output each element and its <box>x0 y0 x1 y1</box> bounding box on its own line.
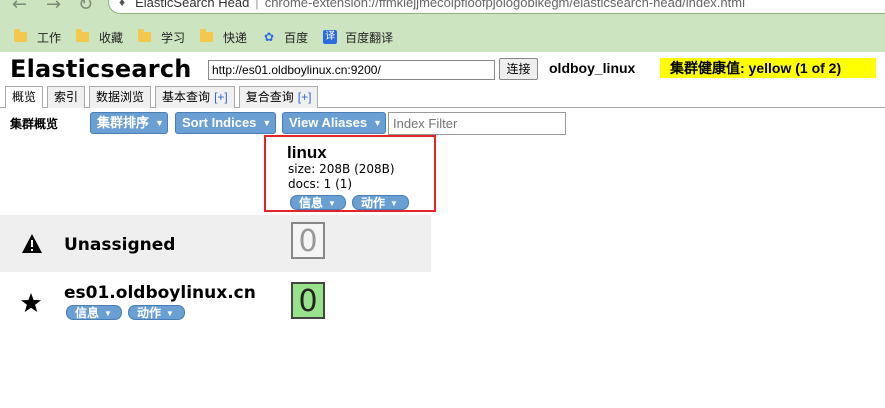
node-name: es01.oldboylinux.cn <box>64 283 256 303</box>
caret-down-icon: ▼ <box>166 309 174 319</box>
index-docs: docs: 1 (1) <box>288 177 353 191</box>
index-size: size: 208B (208B) <box>288 162 395 176</box>
tab-label: 概览 <box>12 90 37 104</box>
caret-down-icon: ▼ <box>262 118 272 129</box>
index-info-button[interactable]: 信息 ▼ <box>290 195 346 210</box>
tab-label: 索引 <box>54 90 79 104</box>
caret-down-icon: ▼ <box>328 199 336 209</box>
folder-icon <box>138 29 152 42</box>
reload-icon[interactable]: ↻ <box>78 0 93 15</box>
main-tabs: 概览 索引 数据浏览 基本查询 [+] 复合查询 [+] <box>5 86 322 108</box>
tab-basic-query[interactable]: 基本查询 [+] <box>155 86 235 108</box>
index-name: linux <box>287 143 327 162</box>
button-label: 动作 <box>137 306 162 320</box>
button-label: View Aliases <box>289 115 368 130</box>
sort-indices-button[interactable]: Sort Indices ▼ <box>175 112 276 134</box>
back-arrow-icon[interactable]: ← <box>12 0 27 15</box>
bookmark-shoucang[interactable]: 收藏 <box>76 29 123 46</box>
bookmark-label: 工作 <box>37 30 62 45</box>
button-label: 动作 <box>361 196 386 210</box>
bookmark-label: 学习 <box>161 30 186 45</box>
view-aliases-button[interactable]: View Aliases ▼ <box>282 112 386 134</box>
bookmark-kuaidi[interactable]: 快递 <box>200 29 247 46</box>
node-info-button[interactable]: 信息 ▼ <box>66 305 122 320</box>
url-text: chrome-extension://ffmkiejjmecolpfloofpj… <box>264 0 745 10</box>
extension-puzzle-icon: ♦ <box>119 0 126 9</box>
tab-add[interactable]: [+] <box>214 90 228 104</box>
url-separator: | <box>255 0 259 10</box>
tab-label: 基本查询 <box>162 90 211 104</box>
star-icon <box>21 293 41 312</box>
bookmark-label: 百度翻译 <box>345 30 394 45</box>
caret-down-icon: ▼ <box>390 199 398 209</box>
node-action-button[interactable]: 动作 ▼ <box>128 305 185 320</box>
tab-label: 复合查询 <box>245 90 294 104</box>
bookmark-label: 快递 <box>223 30 248 45</box>
cluster-overview-label: 集群概览 <box>10 117 59 131</box>
node-shard[interactable]: 0 <box>291 282 325 319</box>
button-label: 信息 <box>75 306 100 320</box>
bookmark-label: 收藏 <box>99 30 124 45</box>
tab-title: ElasticSearch Head <box>135 0 250 10</box>
cluster-name: oldboy_linux <box>549 60 636 76</box>
folder-icon <box>200 29 214 42</box>
tab-compound-query[interactable]: 复合查询 [+] <box>238 86 319 108</box>
tab-indices[interactable]: 索引 <box>47 86 86 108</box>
bookmark-xuexi[interactable]: 学习 <box>138 29 185 46</box>
app-title: Elasticsearch <box>10 55 192 83</box>
fanyi-icon: 译 <box>323 30 338 44</box>
index-action-button[interactable]: 动作 ▼ <box>352 195 409 210</box>
browser-chrome: ← → ↻ ♦ ElasticSearch Head | chrome-exte… <box>0 0 885 52</box>
button-label: 信息 <box>299 196 324 210</box>
bookmark-gongzuo[interactable]: 工作 <box>14 29 61 46</box>
warning-icon <box>22 234 42 253</box>
bookmark-label: 百度 <box>284 30 309 45</box>
tab-add[interactable]: [+] <box>298 90 312 104</box>
unassigned-shard[interactable]: 0 <box>291 222 325 259</box>
caret-down-icon: ▼ <box>373 118 382 129</box>
caret-down-icon: ▼ <box>104 309 112 319</box>
bookmark-baidu[interactable]: ✿ 百度 <box>262 29 308 46</box>
tab-browser[interactable]: 数据浏览 <box>89 86 152 108</box>
folder-icon <box>14 29 27 42</box>
tab-overview[interactable]: 概览 <box>5 86 44 108</box>
button-label: Sort Indices <box>182 115 257 130</box>
cluster-health-badge: 集群健康值: yellow (1 of 2) <box>660 58 876 78</box>
forward-arrow-icon[interactable]: → <box>46 0 61 15</box>
address-bar[interactable]: ♦ ElasticSearch Head | chrome-extension:… <box>108 0 885 14</box>
button-label: 集群排序 <box>97 115 150 130</box>
cluster-sort-button[interactable]: 集群排序 ▼ <box>90 112 168 134</box>
connect-button[interactable]: 连接 <box>499 58 538 80</box>
tab-label: 数据浏览 <box>96 90 145 104</box>
unassigned-label: Unassigned <box>64 235 176 255</box>
folder-icon <box>76 29 90 42</box>
bookmarks-bar: 工作 收藏 学习 快递 ✿ 百度 译百度翻译 <box>14 26 408 48</box>
baidu-icon: ✿ <box>264 30 275 44</box>
es-url-input[interactable] <box>208 60 495 80</box>
index-filter-input[interactable] <box>388 112 566 135</box>
caret-down-icon: ▼ <box>155 118 164 129</box>
bookmark-baidu-fanyi[interactable]: 译百度翻译 <box>323 29 393 46</box>
